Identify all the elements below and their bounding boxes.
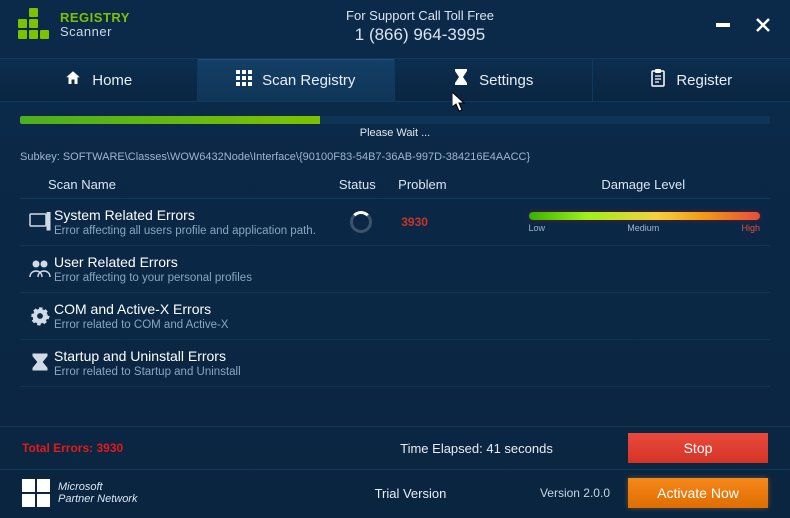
- column-headers: Scan Name Status Problem Damage Level: [20, 177, 770, 199]
- tab-settings-label: Settings: [479, 72, 533, 89]
- col-damage: Damage Level: [527, 177, 760, 192]
- grid-icon: [236, 70, 252, 90]
- damage-meter: Low Medium High: [529, 212, 760, 233]
- clipboard-icon: [650, 69, 666, 91]
- version-label: Version 2.0.0: [540, 486, 610, 500]
- gear-icon: [26, 306, 54, 326]
- time-elapsed-label: Time Elapsed:: [400, 441, 483, 456]
- spinner-icon: [350, 211, 372, 233]
- tab-register-label: Register: [676, 72, 732, 89]
- row-title: System Related Errors: [54, 207, 320, 223]
- row-desc: Error related to Startup and Uninstall: [54, 366, 320, 378]
- scan-row-system: System Related Errors Error affecting al…: [20, 199, 770, 246]
- logo-line2: Scanner: [60, 25, 130, 39]
- home-icon: [64, 69, 82, 91]
- minimize-button[interactable]: [710, 12, 736, 38]
- row-problem-count: 3930: [401, 215, 528, 229]
- close-button[interactable]: [750, 12, 776, 38]
- total-errors-value: 3930: [96, 441, 123, 455]
- scan-row-startup: Startup and Uninstall Errors Error relat…: [20, 340, 770, 387]
- subkey-path: SOFTWARE\Classes\WOW6432Node\Interface\{…: [63, 151, 530, 163]
- tab-scan-label: Scan Registry: [262, 72, 355, 89]
- activate-now-button[interactable]: Activate Now: [628, 478, 768, 508]
- damage-low: Low: [529, 223, 546, 233]
- row-title: User Related Errors: [54, 254, 320, 270]
- support-info: For Support Call Toll Free 1 (866) 964-3…: [130, 8, 710, 45]
- users-icon: [26, 259, 54, 279]
- damage-high: High: [741, 223, 760, 233]
- tab-home[interactable]: Home: [0, 59, 198, 101]
- col-problem: Problem: [398, 177, 526, 192]
- hourglass-icon: [453, 69, 469, 91]
- row-desc: Error affecting to your personal profile…: [54, 272, 320, 284]
- time-elapsed-value: 41 seconds: [486, 441, 553, 456]
- hourglass-icon: [26, 353, 54, 373]
- row-desc: Error affecting all users profile and ap…: [54, 225, 320, 237]
- row-title: Startup and Uninstall Errors: [54, 348, 320, 364]
- time-elapsed: Time Elapsed: 41 seconds: [325, 441, 628, 456]
- support-phone: 1 (866) 964-3995: [130, 25, 710, 45]
- please-wait-label: Please Wait ...: [20, 127, 770, 139]
- total-errors: Total Errors: 3930: [22, 441, 325, 455]
- ms-line1: Microsoft: [58, 481, 137, 493]
- row-title: COM and Active-X Errors: [54, 301, 320, 317]
- microsoft-logo-icon: [22, 479, 50, 507]
- col-scan-name: Scan Name: [48, 177, 316, 192]
- total-errors-label: Total Errors:: [22, 441, 93, 455]
- mouse-cursor-icon: [452, 92, 468, 112]
- col-status: Status: [316, 177, 398, 192]
- microsoft-partner-badge: Microsoft Partner Network: [22, 479, 281, 507]
- computer-icon: [26, 212, 54, 232]
- tab-scan-registry[interactable]: Scan Registry: [198, 59, 396, 101]
- support-label: For Support Call Toll Free: [130, 8, 710, 23]
- ms-line2: Partner Network: [58, 493, 137, 505]
- scan-progress-bar: [20, 116, 770, 124]
- subkey-prefix: Subkey:: [20, 151, 60, 163]
- scan-row-user: User Related Errors Error affecting to y…: [20, 246, 770, 293]
- subkey-line: Subkey: SOFTWARE\Classes\WOW6432Node\Int…: [20, 151, 770, 163]
- trial-version-label: Trial Version: [281, 486, 540, 501]
- tab-register[interactable]: Register: [593, 59, 790, 101]
- logo-line1: REGISTRY: [60, 11, 130, 25]
- row-status-spinner: [320, 211, 401, 233]
- app-logo: REGISTRY Scanner: [18, 8, 130, 42]
- stop-button[interactable]: Stop: [628, 433, 768, 463]
- scan-row-com: COM and Active-X Errors Error related to…: [20, 293, 770, 340]
- tab-settings[interactable]: Settings: [395, 59, 593, 101]
- row-desc: Error related to COM and Active-X: [54, 319, 320, 331]
- damage-medium: Medium: [627, 223, 659, 233]
- tab-home-label: Home: [92, 72, 132, 89]
